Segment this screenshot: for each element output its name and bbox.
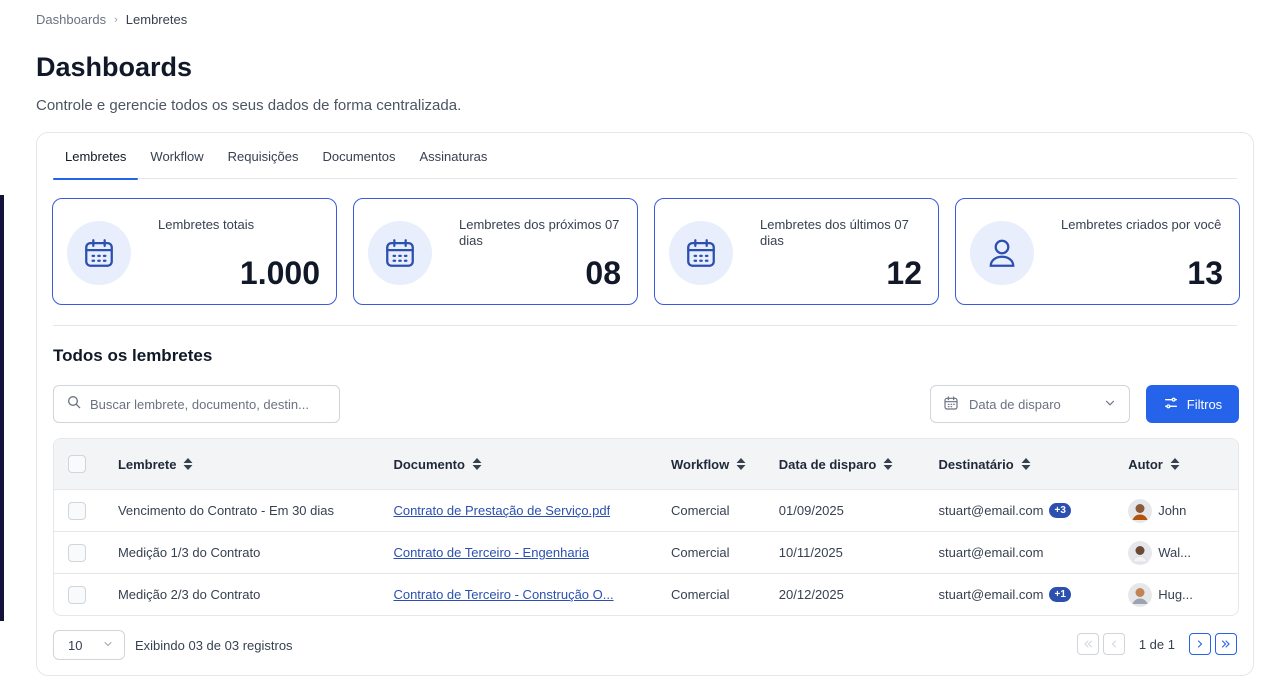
tab-bar: Lembretes Workflow Requisições Documento…: [53, 133, 1237, 180]
chevron-right-icon: ›: [114, 13, 118, 26]
stat-label: Lembretes dos próximos 07 dias: [459, 217, 620, 248]
cell-autor: John: [1158, 503, 1187, 518]
date-filter-label: Data de disparo: [969, 396, 1061, 412]
sort-icon: [183, 458, 193, 470]
row-checkbox[interactable]: [68, 501, 86, 520]
column-header-destinatario[interactable]: Destinatário: [925, 457, 1115, 472]
sort-icon: [736, 458, 746, 470]
table-row[interactable]: Medição 2/3 do Contrato Contrato de Terc…: [54, 573, 1238, 615]
stat-label: Lembretes criados por você: [1061, 217, 1222, 232]
per-page-value: 10: [68, 637, 83, 653]
cell-destinatario: stuart@email.com: [938, 503, 1044, 518]
cell-data-disparo: 20/12/2025: [778, 587, 844, 602]
column-header-data-disparo[interactable]: Data de disparo: [765, 457, 925, 472]
cell-workflow: Comercial: [670, 503, 730, 518]
reminders-table: Lembrete Documento Workflow Data de disp…: [53, 438, 1239, 616]
stat-card-next-7-days: Lembretes dos próximos 07 dias 08: [353, 198, 638, 305]
filters-button-label: Filtros: [1186, 396, 1223, 412]
next-page-button[interactable]: [1189, 633, 1211, 655]
stat-card-last-7-days: Lembretes dos últimos 07 dias 12: [654, 198, 939, 305]
cell-lembrete: Vencimento do Contrato - Em 30 dias: [117, 503, 334, 518]
page-subtitle: Controle e gerencie todos os seus dados …: [36, 97, 462, 114]
document-link[interactable]: Contrato de Terceiro - Engenharia: [393, 545, 589, 560]
tab-workflow[interactable]: Workflow: [138, 133, 215, 179]
stat-value: 1.000: [239, 255, 320, 291]
search-box[interactable]: [53, 385, 340, 423]
cell-lembrete: Medição 2/3 do Contrato: [117, 587, 261, 602]
stat-cards: Lembretes totais 1.000 Lembretes dos pró…: [52, 198, 1240, 305]
breadcrumb: Dashboards › Lembretes: [36, 12, 187, 27]
select-all-checkbox[interactable]: [68, 455, 86, 473]
tab-requisicoes[interactable]: Requisições: [216, 133, 311, 179]
pagination: 1 de 1: [1076, 633, 1237, 655]
column-header-autor[interactable]: Autor: [1114, 457, 1238, 472]
page: Dashboards › Lembretes Dashboards Contro…: [36, 0, 1254, 680]
records-count: Exibindo 03 de 03 registros: [135, 637, 293, 653]
avatar: [1128, 498, 1153, 523]
user-icon: [970, 221, 1034, 285]
stat-value: 13: [1187, 255, 1223, 291]
column-header-documento[interactable]: Documento: [379, 457, 657, 472]
last-page-button[interactable]: [1215, 633, 1237, 655]
tab-documentos[interactable]: Documentos: [310, 133, 407, 179]
search-icon: [66, 394, 82, 415]
page-title: Dashboards: [36, 52, 193, 82]
search-input[interactable]: [90, 396, 330, 412]
divider: [53, 325, 1237, 326]
per-page-select[interactable]: 10: [53, 630, 125, 660]
calendar-icon: [943, 395, 959, 414]
left-edge-bar: [0, 195, 4, 621]
cell-destinatario: stuart@email.com: [938, 587, 1044, 602]
cell-data-disparo: 10/11/2025: [778, 545, 843, 560]
stat-label: Lembretes totais: [158, 217, 255, 232]
calendar-icon: [669, 221, 733, 285]
table-header-row: Lembrete Documento Workflow Data de disp…: [54, 439, 1238, 489]
chevron-down-icon: [1103, 396, 1117, 413]
document-link[interactable]: Contrato de Terceiro - Construção O...: [393, 587, 613, 602]
prev-page-button[interactable]: [1102, 633, 1125, 655]
column-header-lembrete[interactable]: Lembrete: [104, 457, 380, 472]
sort-icon: [1170, 458, 1180, 470]
sliders-icon: [1163, 395, 1179, 414]
tab-assinaturas[interactable]: Assinaturas: [407, 133, 499, 179]
stat-label: Lembretes dos últimos 07 dias: [760, 217, 909, 248]
cell-autor: Hug...: [1158, 587, 1193, 602]
breadcrumb-current: Lembretes: [125, 12, 188, 27]
calendar-icon: [368, 221, 432, 285]
recipients-count-badge[interactable]: +1: [1049, 587, 1071, 602]
sort-icon: [883, 458, 893, 470]
cell-data-disparo: 01/09/2025: [778, 503, 844, 518]
section-title: Todos os lembretes: [53, 346, 213, 365]
stat-value: 08: [585, 255, 621, 291]
chevron-down-icon: [102, 638, 114, 653]
calendar-icon: [67, 221, 131, 285]
table-footer: 10 Exibindo 03 de 03 registros 1 de 1: [53, 630, 1237, 660]
avatar: [1128, 582, 1153, 607]
filters-button[interactable]: Filtros: [1146, 385, 1239, 423]
cell-workflow: Comercial: [670, 587, 730, 602]
stat-value: 12: [886, 255, 922, 291]
sort-icon: [472, 458, 482, 470]
page-indicator: 1 de 1: [1138, 636, 1175, 652]
column-header-workflow[interactable]: Workflow: [657, 457, 765, 472]
table-row[interactable]: Medição 1/3 do Contrato Contrato de Terc…: [54, 531, 1238, 573]
cell-workflow: Comercial: [670, 545, 730, 560]
sort-icon: [1021, 458, 1031, 470]
row-checkbox[interactable]: [68, 543, 86, 562]
avatar: [1128, 540, 1153, 565]
date-filter-select[interactable]: Data de disparo: [930, 385, 1130, 423]
first-page-button[interactable]: [1076, 633, 1099, 655]
tab-lembretes[interactable]: Lembretes: [53, 133, 139, 180]
table-row[interactable]: Vencimento do Contrato - Em 30 dias Cont…: [54, 489, 1238, 531]
recipients-count-badge[interactable]: +3: [1049, 503, 1071, 518]
breadcrumb-root[interactable]: Dashboards: [36, 12, 106, 27]
document-link[interactable]: Contrato de Prestação de Serviço.pdf: [393, 503, 610, 518]
cell-destinatario: stuart@email.com: [938, 545, 1044, 560]
stat-card-total: Lembretes totais 1.000: [52, 198, 337, 305]
dashboard-card: Lembretes Workflow Requisições Documento…: [36, 132, 1254, 676]
cell-autor: Wal...: [1158, 545, 1191, 560]
row-checkbox[interactable]: [68, 585, 86, 604]
stat-card-created-by-you: Lembretes criados por você 13: [955, 198, 1240, 305]
cell-lembrete: Medição 1/3 do Contrato: [117, 545, 261, 560]
